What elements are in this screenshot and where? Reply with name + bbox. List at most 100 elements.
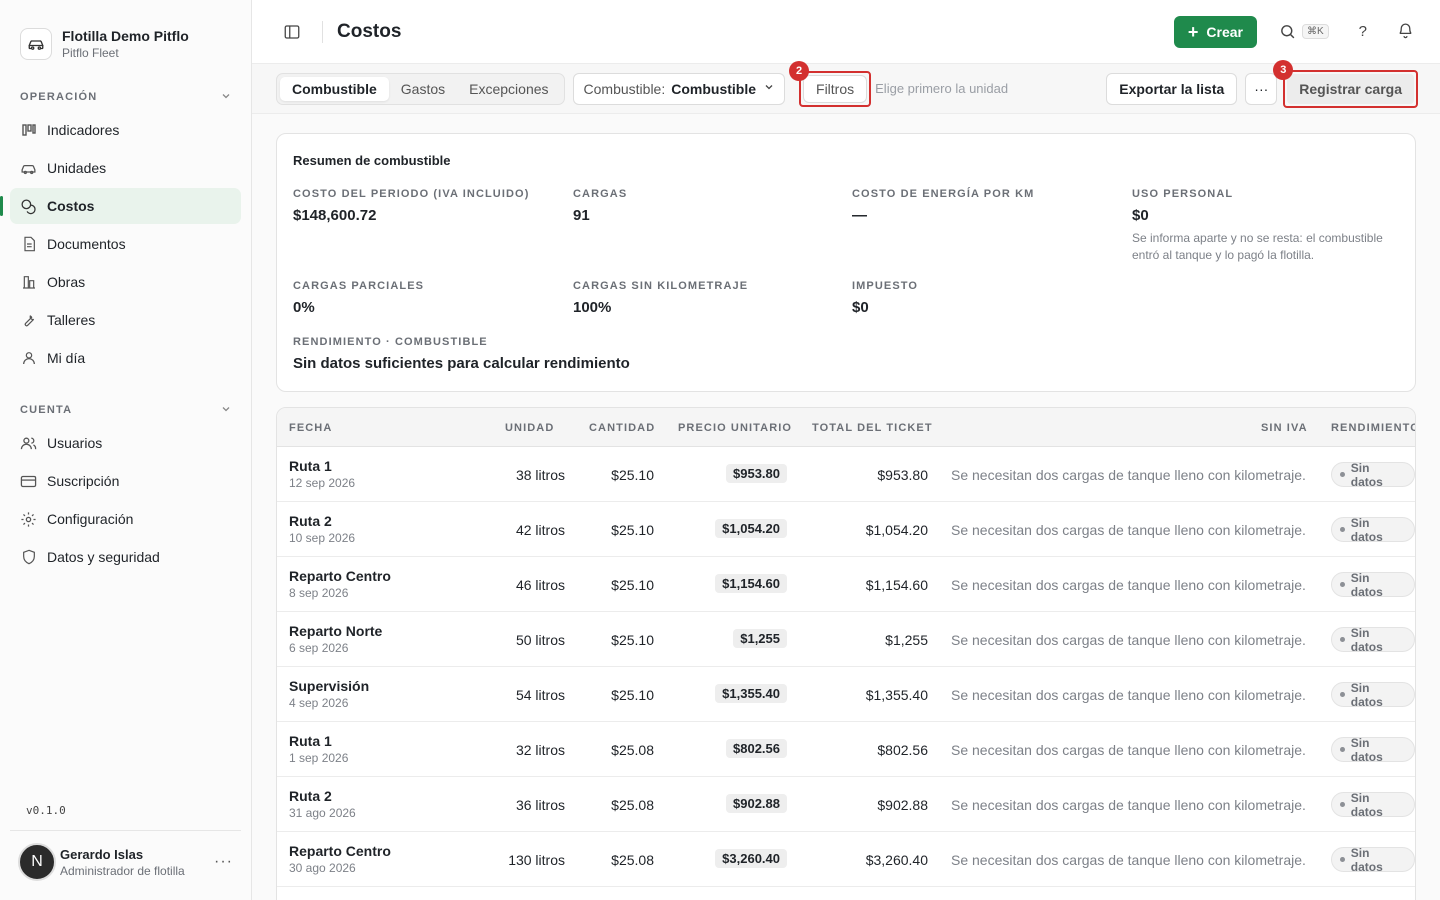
row-total: $1,355.40 — [865, 687, 928, 703]
wrench-icon — [20, 312, 37, 329]
chevron-down-icon — [221, 91, 231, 104]
row-message: Se necesitan dos cargas de tanque lleno … — [951, 687, 1306, 703]
sidebar-item-label: Usuarios — [47, 435, 103, 451]
sidebar-item-indicadores[interactable]: Indicadores — [10, 112, 241, 148]
fuel-type-select[interactable]: Combustible: Combustible — [572, 72, 786, 105]
row-message: Se necesitan dos cargas de tanque lleno … — [951, 797, 1306, 813]
sidebar-item-label: Indicadores — [47, 122, 120, 138]
col-fecha[interactable]: FECHA — [289, 422, 332, 434]
status-label: Sin datos — [1350, 570, 1383, 599]
table-row[interactable]: Ruta 2 10 sep 2026 42 litros $25.10 $1,054.2… — [277, 502, 1415, 557]
table-row[interactable]: Reparto Norte 6 sep 2026 50 litros $25.10 $1… — [277, 612, 1415, 667]
user-name: Gerardo Islas — [60, 846, 144, 862]
table-row[interactable]: Ruta 1 1 sep 2026 32 litros $25.08 $802.56 $8… — [277, 722, 1415, 777]
status-label: Sin datos — [1350, 790, 1383, 819]
row-quantity: 42 litros — [515, 522, 565, 538]
table-row[interactable]: Ruta 1 12 sep 2026 38 litros $25.10 $953.80 $… — [277, 447, 1415, 502]
section-operacion-toggle[interactable]: OPERACIÓN — [0, 87, 251, 107]
row-unit-price: $25.08 — [611, 852, 654, 868]
status-badge: Sin datos — [1331, 515, 1415, 544]
user-menu[interactable]: N Gerardo Islas Administrador de flotill… — [10, 830, 241, 893]
col-unidad[interactable]: UNIDAD — [505, 422, 554, 434]
sidebar-item-datos-seguridad[interactable]: Datos y seguridad — [10, 539, 241, 575]
row-total-pill: $953.80 — [726, 464, 787, 483]
table-row[interactable]: Reparto Centro 30 ago 2026 130 litros $25.0… — [277, 832, 1415, 887]
sidebar-item-label: Suscripción — [47, 473, 120, 489]
status-badge: Sin datos — [1331, 570, 1415, 599]
document-icon — [20, 236, 37, 253]
sidebar-item-suscripcion[interactable]: Suscripción — [10, 463, 241, 499]
col-total-ticket[interactable]: TOTAL DEL TICKET — [812, 422, 933, 434]
sidebar-item-mi-dia[interactable]: Mi día — [10, 340, 241, 376]
sidebar-item-label: Obras — [47, 274, 86, 290]
row-date: 30 ago 2026 — [289, 861, 356, 875]
section-cuenta-label: CUENTA — [20, 404, 73, 416]
notifications-button[interactable] — [1397, 22, 1414, 42]
metric-value: Sin datos suficientes para calcular rend… — [293, 355, 630, 372]
row-total: $1,054.20 — [865, 522, 928, 538]
tab-combustible[interactable]: Combustible — [280, 76, 389, 101]
card-icon — [20, 473, 37, 490]
row-date: 6 sep 2026 — [289, 641, 349, 655]
col-rendimiento[interactable]: RENDIMIENTO — [1331, 422, 1415, 434]
row-message: Se necesitan dos cargas de tanque lleno … — [951, 852, 1306, 868]
sidebar-item-talleres[interactable]: Talleres — [10, 302, 241, 338]
more-horizontal-icon[interactable]: ··· — [214, 853, 233, 871]
metric-value: 100% — [573, 299, 612, 316]
row-total-pill: $902.88 — [726, 794, 787, 813]
table-header: FECHA UNIDAD CANTIDAD PRECIO UNITARIO TO… — [277, 408, 1415, 447]
col-precio-unitario[interactable]: PRECIO UNITARIO — [678, 422, 792, 434]
col-cantidad[interactable]: CANTIDAD — [589, 422, 655, 434]
org-name: Flotilla Demo Pitflo — [62, 28, 189, 44]
metric-value: 91 — [573, 207, 590, 224]
sidebar-item-costos[interactable]: Costos — [0, 188, 241, 224]
table-row[interactable]: Reparto Centro 8 sep 2026 46 litros $25.10 $… — [277, 557, 1415, 612]
cost-tabs: Combustible Gastos Excepciones — [276, 72, 565, 105]
row-unit-name: Ruta 1 — [289, 458, 332, 474]
metric-value: $0 — [852, 299, 869, 316]
user-icon — [20, 350, 37, 367]
sidebar-item-unidades[interactable]: Unidades — [10, 150, 241, 186]
status-label: Sin datos — [1350, 515, 1383, 544]
metric-value: $0 — [1132, 207, 1149, 224]
main-content: Costos + Crear ⌘K ? Combustible Gastos E… — [252, 0, 1440, 900]
row-total-pill: $802.56 — [726, 739, 787, 758]
metric-value: 0% — [293, 299, 315, 316]
row-quantity: 54 litros — [515, 687, 565, 703]
col-sin-iva[interactable]: SIN IVA — [1261, 422, 1308, 434]
row-total-pill: $3,260.40 — [715, 849, 787, 868]
register-load-button[interactable]: Registrar carga — [1287, 73, 1414, 104]
sidebar-toggle-button[interactable] — [280, 20, 304, 44]
sidebar-item-usuarios[interactable]: Usuarios — [10, 425, 241, 461]
create-button[interactable]: + Crear — [1173, 15, 1257, 48]
metric-cargas-sin-km: CARGAS SIN KILOMETRAJE 100% — [573, 280, 748, 316]
table-body: Ruta 1 12 sep 2026 38 litros $25.10 $953.80 $… — [277, 447, 1415, 887]
more-actions-button[interactable]: ··· — [1245, 72, 1278, 105]
status-label: Sin datos — [1350, 460, 1383, 489]
tab-gastos[interactable]: Gastos — [389, 77, 457, 101]
status-dot-icon — [1340, 692, 1345, 697]
sidebar-item-configuracion[interactable]: Configuración — [10, 501, 241, 537]
org-switcher[interactable]: Flotilla Demo Pitflo Pitflo Fleet — [0, 0, 251, 70]
search-button[interactable]: ⌘K — [1279, 23, 1329, 40]
row-total: $953.80 — [877, 467, 928, 483]
step-badge: 2 — [789, 60, 810, 81]
row-unit-price: $25.10 — [611, 632, 654, 648]
tab-excepciones[interactable]: Excepciones — [457, 77, 560, 101]
row-total: $1,154.60 — [865, 577, 928, 593]
sidebar-item-documentos[interactable]: Documentos — [10, 226, 241, 262]
help-button[interactable]: ? — [1359, 23, 1367, 40]
row-date: 1 sep 2026 — [289, 751, 349, 765]
filters-button[interactable]: Filtros — [803, 74, 868, 103]
page-title: Costos — [337, 20, 402, 42]
plus-icon: + — [1187, 21, 1199, 42]
row-quantity: 50 litros — [515, 632, 565, 648]
row-total-pill: $1,054.20 — [715, 519, 787, 538]
table-row[interactable]: Supervisión 4 sep 2026 54 litros $25.10 $1,3… — [277, 667, 1415, 722]
nav-operacion: Indicadores Unidades Costos Documentos O… — [0, 107, 251, 376]
section-cuenta-toggle[interactable]: CUENTA — [0, 400, 251, 420]
export-list-button[interactable]: Exportar la lista — [1106, 72, 1238, 105]
status-badge: Sin datos — [1331, 681, 1415, 709]
sidebar-item-obras[interactable]: Obras — [10, 264, 241, 300]
table-row[interactable]: Ruta 2 31 ago 2026 36 litros $25.08 $902.88 $… — [277, 777, 1415, 832]
